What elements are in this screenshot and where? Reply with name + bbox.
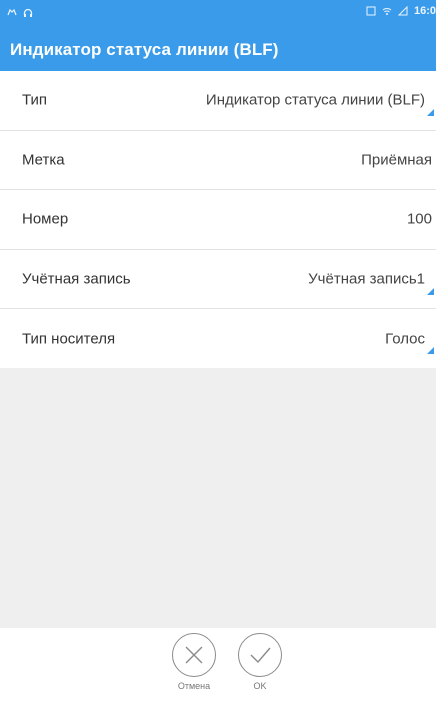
ok-button[interactable]: OK [230,633,290,693]
headset-icon [23,5,33,17]
settings-list: Тип Индикатор статуса линии (BLF) Метка … [0,71,436,369]
field-value: Голос [385,330,425,348]
empty-area [0,368,436,628]
field-account[interactable]: Учётная запись Учётная запись1 [0,249,436,309]
dropdown-indicator-icon [427,287,434,295]
field-label: Тип носителя [22,330,116,348]
voicemail-icon [7,5,17,16]
title-bar: Индикатор статуса линии (BLF) [0,34,436,71]
field-type[interactable]: Тип Индикатор статуса линии (BLF) [0,71,436,131]
field-value: 100 [406,210,432,228]
field-label: Номер [22,210,69,228]
field-label: Учётная запись [22,270,131,288]
field-label-input[interactable]: Метка Приёмная [0,130,436,190]
status-time: 16:0 [413,5,436,17]
status-bar: 16:0 [0,0,436,34]
cancel-label: Отмена [177,681,211,691]
field-label: Тип [22,91,48,109]
field-media-type[interactable]: Тип носителя Голос [0,309,436,369]
dropdown-indicator-icon [427,347,434,354]
action-bar: Отмена OK [0,628,436,704]
field-value: Индикатор статуса линии (BLF) [205,91,425,109]
page-title: Индикатор статуса линии (BLF) [10,40,279,59]
field-label: Метка [22,151,65,169]
checkmark-icon [238,633,282,677]
field-value: Учётная запись1 [308,270,425,288]
field-value: Приёмная [361,151,432,169]
dropdown-indicator-icon [427,109,434,116]
field-number[interactable]: Номер 100 [0,190,436,250]
ok-label: OK [253,681,267,691]
cancel-button[interactable]: Отмена [164,633,224,693]
close-icon [172,633,216,677]
sim-icon [366,6,376,16]
wifi-icon [382,6,392,16]
signal-icon [397,5,408,16]
